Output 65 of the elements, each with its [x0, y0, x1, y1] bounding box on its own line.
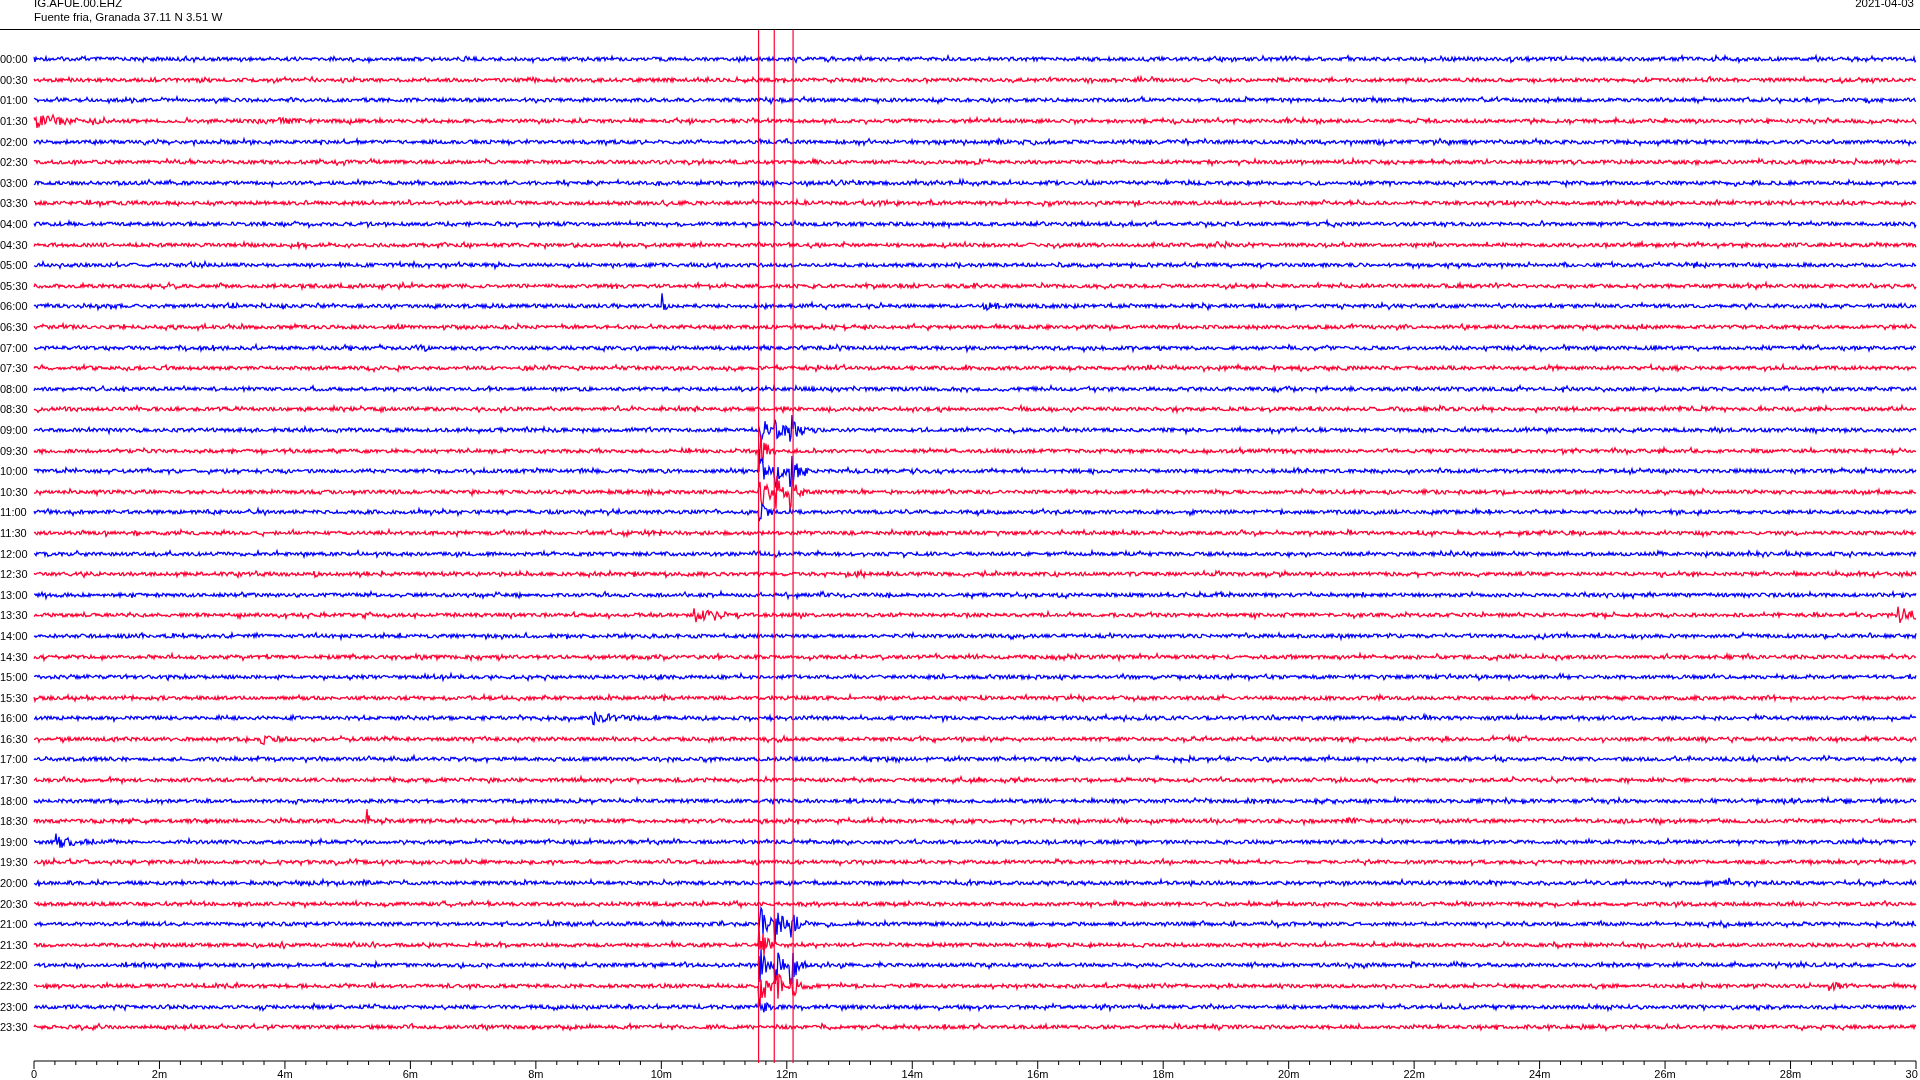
time-label: 04:00 — [0, 218, 29, 231]
axis-label: 16m — [1027, 1067, 1049, 1080]
time-label: 15:30 — [0, 691, 29, 704]
time-label: 00:30 — [0, 73, 29, 86]
time-label: 21:30 — [0, 938, 29, 951]
time-label: 22:00 — [0, 959, 29, 972]
time-label: 20:30 — [0, 897, 29, 910]
time-label: 20:00 — [0, 877, 29, 890]
time-label: 17:00 — [0, 753, 29, 766]
axis-label: 28m — [1779, 1067, 1802, 1080]
axis-label: 30 — [1905, 1067, 1918, 1080]
axis-label: 26m — [1654, 1067, 1676, 1080]
time-label: 16:30 — [0, 732, 29, 745]
time-label: 07:30 — [0, 362, 29, 375]
axis-label: 24m — [1528, 1067, 1551, 1080]
time-label: 00:00 — [0, 53, 29, 66]
axis-label: 2m — [151, 1067, 168, 1080]
time-label: 10:00 — [0, 465, 29, 478]
time-label: 23:00 — [0, 1000, 29, 1013]
time-label: 18:30 — [0, 815, 29, 828]
time-label: 05:30 — [0, 279, 29, 292]
time-label: 14:00 — [0, 629, 29, 642]
time-label: 13:30 — [0, 609, 29, 622]
axis-label: 14m — [901, 1067, 923, 1080]
time-label: 16:00 — [0, 712, 29, 725]
time-label: 15:00 — [0, 671, 29, 684]
axis-label: 8m — [528, 1067, 544, 1080]
time-label: 05:00 — [0, 259, 29, 272]
time-label: 12:00 — [0, 547, 29, 560]
time-label: 12:30 — [0, 568, 29, 581]
axis-label: 6m — [402, 1067, 419, 1080]
time-label: 06:00 — [0, 300, 29, 313]
axis-label: 20m — [1277, 1067, 1300, 1080]
time-label: 04:30 — [0, 238, 29, 251]
time-label: 14:30 — [0, 650, 29, 663]
time-label: 02:30 — [0, 156, 29, 169]
time-label: 19:30 — [0, 856, 29, 869]
time-label: 09:30 — [0, 444, 29, 457]
axis-label: 4m — [277, 1067, 293, 1080]
axis-label: 18m — [1152, 1067, 1174, 1080]
axis-label: 22m — [1403, 1067, 1425, 1080]
time-label: 01:00 — [0, 94, 29, 107]
time-label: 11:00 — [0, 506, 28, 519]
time-label: 06:30 — [0, 321, 29, 333]
time-label: 03:30 — [0, 197, 29, 210]
time-label: 10:30 — [0, 485, 29, 498]
axis-label: 12m — [776, 1067, 798, 1080]
axis-label: 0 — [30, 1067, 38, 1080]
time-label: 19:00 — [0, 835, 29, 848]
axis-label: 10m — [650, 1067, 673, 1080]
time-label: 01:30 — [0, 115, 29, 128]
time-label: 22:30 — [0, 980, 29, 992]
time-label: 13:00 — [0, 588, 29, 601]
time-label: 08:00 — [0, 382, 29, 395]
time-label: 08:30 — [0, 403, 29, 416]
time-label: 09:00 — [0, 424, 29, 436]
time-label: 03:00 — [0, 176, 29, 189]
station-location: Fuente fria, Granada 37.11 N 3.51 W — [34, 10, 223, 24]
time-label: 11:30 — [0, 526, 28, 539]
time-label: 17:30 — [0, 774, 29, 787]
time-label: 07:00 — [0, 341, 29, 354]
time-label: 18:00 — [0, 794, 29, 807]
time-label: 21:00 — [0, 918, 29, 931]
time-label: 23:30 — [0, 1021, 29, 1034]
time-label: 02:00 — [0, 135, 29, 148]
